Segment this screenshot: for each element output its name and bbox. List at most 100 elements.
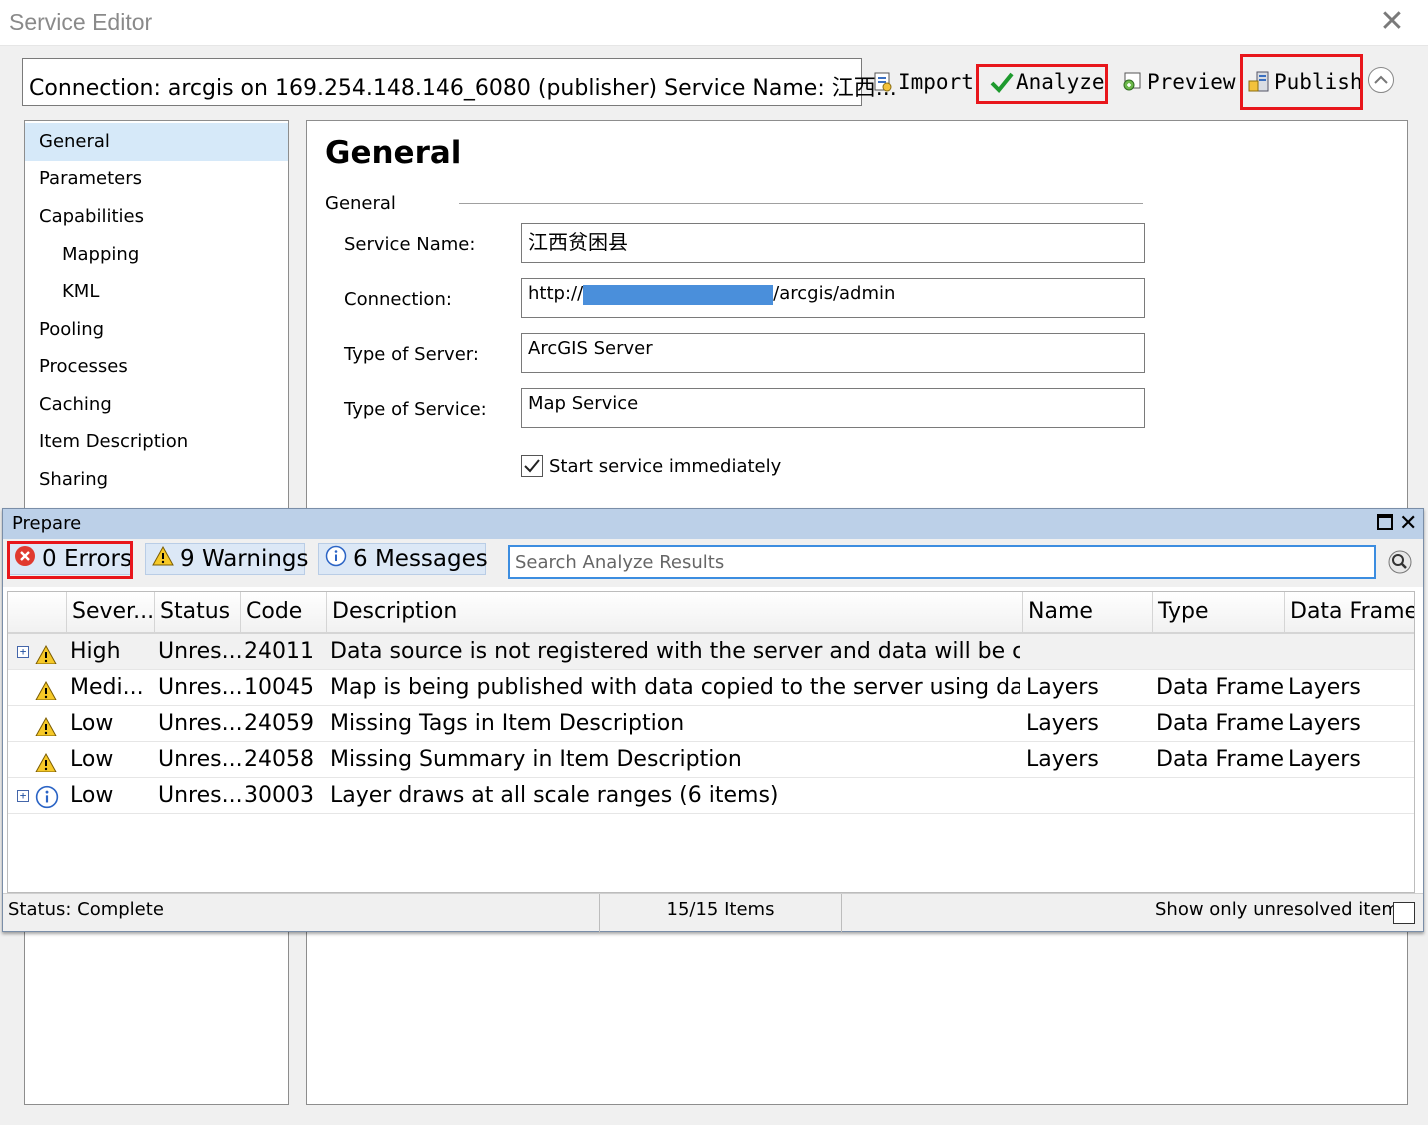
- collapse-button[interactable]: [1368, 67, 1394, 93]
- error-icon: [14, 545, 36, 573]
- status-cell: Unres...: [158, 711, 242, 736]
- service-type-field[interactable]: Map Service: [521, 388, 1145, 428]
- data-frame-cell: [1288, 778, 1412, 814]
- preview-label: Preview: [1147, 70, 1236, 94]
- column-header-severity[interactable]: Sever...: [66, 592, 154, 634]
- chevron-up-icon: [1374, 75, 1388, 84]
- status-cell: Unres...: [158, 639, 242, 664]
- connection-url-field[interactable]: http:// /arcgis/admin: [521, 278, 1145, 318]
- page-title: General: [325, 135, 462, 171]
- table-row[interactable]: Low Unres... 24059 Missing Tags in Item …: [8, 706, 1414, 742]
- description-cell: Data source is not registered with the s…: [330, 639, 1020, 664]
- code-cell: 24059: [244, 711, 314, 736]
- nav-item-sharing[interactable]: Sharing: [25, 461, 288, 499]
- import-icon: [872, 71, 894, 93]
- maximize-icon[interactable]: [1377, 514, 1393, 530]
- prepare-window: Prepare ✕ 0 Errors 9 Warnings 6 Messages…: [2, 508, 1424, 932]
- severity-cell: High: [70, 639, 121, 664]
- analyze-results-table: Sever... Status Code Description Name Ty…: [7, 591, 1415, 893]
- prepare-title-bar: Prepare ✕: [3, 509, 1423, 539]
- warnings-label: 9 Warnings: [180, 546, 309, 572]
- code-cell: 24058: [244, 747, 314, 772]
- errors-label: 0 Errors: [42, 546, 132, 572]
- nav-item-processes[interactable]: Processes: [25, 348, 288, 386]
- nav-item-capabilities[interactable]: Capabilities: [25, 198, 288, 236]
- service-editor-window: Service Editor ✕ Connection: arcgis on 1…: [0, 0, 1428, 1125]
- type-cell: Data Frame: [1156, 747, 1284, 772]
- unresolved-only-label: Show only unresolved items: [1155, 899, 1409, 920]
- info-icon: [35, 785, 59, 809]
- status-text: Status: Complete: [8, 899, 164, 920]
- nav-item-parameters[interactable]: Parameters: [25, 160, 288, 198]
- column-header-status[interactable]: Status: [154, 592, 240, 634]
- name-cell: Layers: [1026, 711, 1099, 736]
- table-row[interactable]: + Low Unres... 30003 Layer draws at all …: [8, 778, 1414, 814]
- warning-icon: [35, 678, 57, 700]
- service-name-label: Service Name:: [344, 234, 476, 255]
- table-row[interactable]: Medi... Unres... 10045 Map is being publ…: [8, 670, 1414, 706]
- checkmark-icon: [524, 459, 540, 473]
- column-header-name[interactable]: Name: [1022, 592, 1152, 634]
- expand-icon[interactable]: +: [17, 646, 29, 658]
- status-cell: Unres...: [158, 783, 242, 808]
- publish-icon: [1248, 71, 1270, 93]
- warning-icon: [152, 545, 174, 573]
- nav-item-mapping[interactable]: Mapping: [25, 236, 288, 274]
- connection-url-prefix: http://: [528, 283, 584, 304]
- window-bottom-edge: [0, 1118, 1428, 1125]
- messages-filter-button[interactable]: 6 Messages: [318, 543, 488, 575]
- close-icon[interactable]: ✕: [1399, 509, 1417, 539]
- start-service-label: Start service immediately: [549, 456, 782, 477]
- service-name-field[interactable]: 江西贫困县: [521, 223, 1145, 263]
- analyze-button[interactable]: Analyze: [990, 60, 1105, 104]
- analyze-label: Analyze: [1016, 70, 1105, 94]
- column-header-data-frame[interactable]: Data Frame: [1284, 592, 1414, 634]
- unresolved-only-checkbox[interactable]: [1393, 902, 1415, 924]
- publish-label: Publish: [1274, 70, 1363, 94]
- search-icon[interactable]: [1387, 549, 1413, 575]
- nav-item-caching[interactable]: Caching: [25, 386, 288, 424]
- table-row[interactable]: Low Unres... 24058 Missing Summary in It…: [8, 742, 1414, 778]
- close-icon[interactable]: ✕: [1370, 4, 1414, 42]
- expand-icon[interactable]: +: [17, 790, 29, 802]
- preview-icon: [1121, 71, 1143, 93]
- start-service-checkbox[interactable]: [521, 455, 543, 477]
- info-icon: [325, 545, 347, 573]
- warnings-filter-button[interactable]: 9 Warnings: [145, 543, 309, 575]
- errors-filter-button[interactable]: 0 Errors: [7, 543, 132, 575]
- table-header: Sever... Status Code Description Name Ty…: [8, 592, 1414, 634]
- nav-item-general[interactable]: General: [25, 123, 288, 161]
- nav-item-pooling[interactable]: Pooling: [25, 311, 288, 349]
- search-input[interactable]: Search Analyze Results: [508, 545, 1376, 579]
- column-header-description[interactable]: Description: [326, 592, 1022, 634]
- type-cell: Data Frame: [1156, 711, 1284, 736]
- warning-icon: [35, 642, 57, 664]
- service-type-label: Type of Service:: [344, 399, 487, 420]
- severity-cell: Low: [70, 747, 114, 772]
- column-header-code[interactable]: Code: [240, 592, 326, 634]
- filter-bar: 0 Errors 9 Warnings 6 Messages Search An…: [3, 539, 1423, 587]
- nav-item-kml[interactable]: KML: [25, 273, 288, 311]
- status-bar: Status: Complete 15/15 Items Show only u…: [3, 893, 1423, 932]
- table-row[interactable]: + High Unres... 24011 Data source is not…: [8, 634, 1414, 670]
- server-type-label: Type of Server:: [344, 344, 479, 365]
- nav-item-item-description[interactable]: Item Description: [25, 423, 288, 461]
- preview-button[interactable]: Preview: [1121, 60, 1236, 104]
- column-header-type[interactable]: Type: [1152, 592, 1284, 634]
- data-frame-cell: Layers: [1288, 675, 1361, 700]
- title-bar: Service Editor ✕: [0, 0, 1428, 46]
- server-type-field[interactable]: ArcGIS Server: [521, 333, 1145, 373]
- severity-cell: Low: [70, 783, 114, 808]
- name-cell: Layers: [1026, 675, 1099, 700]
- type-cell: Data Frame: [1156, 675, 1284, 700]
- publish-button[interactable]: Publish: [1248, 60, 1363, 104]
- description-cell: Missing Summary in Item Description: [330, 747, 742, 772]
- group-divider: [459, 203, 1143, 204]
- import-button[interactable]: Import: [872, 60, 974, 104]
- description-cell: Layer draws at all scale ranges (6 items…: [330, 783, 779, 808]
- type-cell: [1156, 634, 1284, 670]
- data-frame-cell: [1288, 634, 1412, 670]
- data-frame-cell: Layers: [1288, 747, 1361, 772]
- name-cell: [1026, 778, 1152, 814]
- warning-icon: [35, 750, 57, 772]
